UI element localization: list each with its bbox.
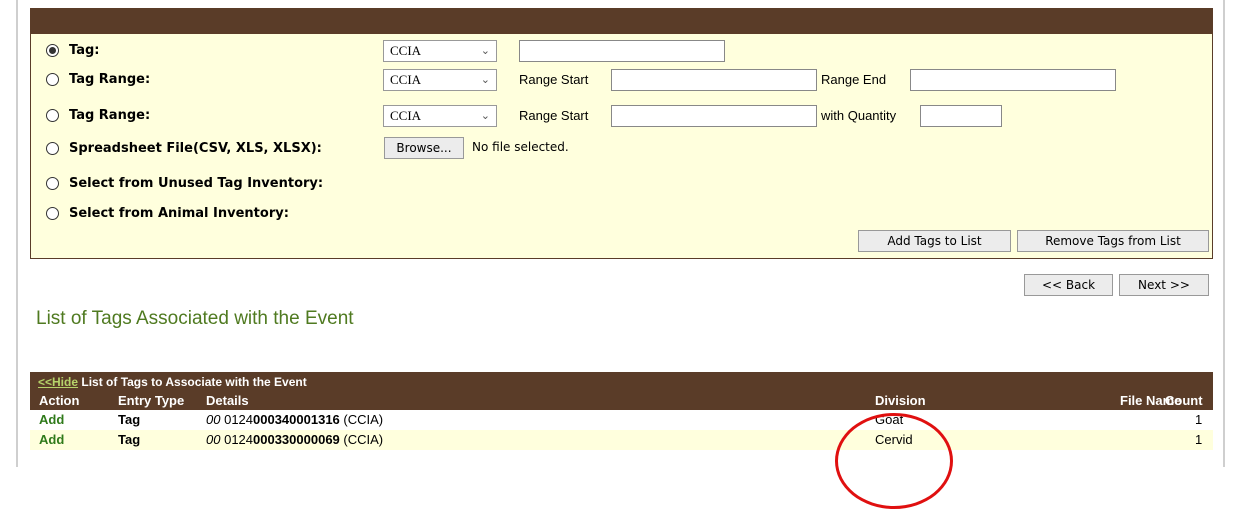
- add-tags-button[interactable]: Add Tags to List: [858, 230, 1011, 252]
- tag-number-start: 0124: [224, 412, 254, 427]
- row-action[interactable]: Add: [39, 410, 64, 430]
- tag-number-bold: 000330000069: [253, 432, 340, 447]
- range-end-input[interactable]: [910, 69, 1116, 91]
- chevron-down-icon: ⌄: [480, 109, 490, 122]
- tag-row: Tag: CCIA ⌄: [31, 39, 1212, 63]
- tag-quantity-label: Tag Range:: [69, 108, 151, 123]
- chevron-down-icon: ⌄: [480, 44, 490, 57]
- quantity-label: with Quantity: [821, 108, 897, 123]
- back-button[interactable]: << Back: [1024, 274, 1113, 296]
- tag-number-input[interactable]: [519, 40, 725, 62]
- quantity-input[interactable]: [920, 105, 1002, 127]
- row-details: 00 0124000330000069 (CCIA): [206, 430, 383, 450]
- row-details: 00 0124000340001316 (CCIA): [206, 410, 383, 430]
- tag-label: Tag:: [69, 43, 100, 58]
- row-entry-type: Tag: [118, 432, 141, 447]
- section-title: List of Tags Associated with the Event: [36, 308, 354, 329]
- row-count: 1: [1195, 412, 1203, 427]
- header-division: Division: [875, 393, 926, 408]
- quantity-range-start-label: Range Start: [519, 108, 589, 123]
- tag-range-radio[interactable]: [46, 73, 59, 86]
- file-status: No file selected.: [472, 140, 569, 154]
- animal-inventory-label: Select from Animal Inventory:: [69, 206, 289, 221]
- row-entry-type: Tag: [118, 412, 141, 427]
- unused-inventory-radio[interactable]: [46, 177, 59, 190]
- tag-range-row: Tag Range: CCIA ⌄ Range Start Range End: [31, 68, 1212, 92]
- tag-prefix: 00: [206, 432, 221, 447]
- tag-type-suffix: (CCIA): [339, 412, 384, 427]
- table-row: Add Tag 00 0124000330000069 (CCIA) Cervi…: [30, 430, 1213, 450]
- tags-table: <<Hide List of Tags to Associate with th…: [30, 372, 1213, 450]
- row-count: 1: [1195, 432, 1203, 447]
- table-caption-bar: <<Hide List of Tags to Associate with th…: [30, 372, 1213, 392]
- table-row: Add Tag 00 0124000340001316 (CCIA) Goat …: [30, 410, 1213, 430]
- tag-entry-panel: Tag: CCIA ⌄ Tag Range: CCIA ⌄ Range Start …: [30, 34, 1213, 259]
- header-details: Details: [206, 393, 249, 408]
- next-button[interactable]: Next >>: [1119, 274, 1209, 296]
- tag-id-type-select[interactable]: CCIA ⌄: [383, 40, 497, 62]
- tag-radio[interactable]: [46, 44, 59, 57]
- tag-number-start: 0124: [224, 432, 254, 447]
- remove-tags-button[interactable]: Remove Tags from List: [1017, 230, 1209, 252]
- quantity-range-start-input[interactable]: [611, 105, 817, 127]
- hide-link[interactable]: <<Hide: [38, 375, 78, 389]
- header-entry-type: Entry Type: [118, 393, 185, 408]
- unused-inventory-row: Select from Unused Tag Inventory:: [31, 172, 1212, 196]
- range-id-type-select[interactable]: CCIA ⌄: [383, 69, 497, 91]
- annotation-circle: [835, 413, 953, 509]
- header-action: Action: [39, 393, 80, 408]
- quantity-id-type-select[interactable]: CCIA ⌄: [383, 105, 497, 127]
- chevron-down-icon: ⌄: [480, 73, 490, 86]
- animal-inventory-radio[interactable]: [46, 207, 59, 220]
- select-value: CCIA: [390, 43, 422, 58]
- range-start-input[interactable]: [611, 69, 817, 91]
- range-end-label: Range End: [821, 72, 887, 87]
- select-value: CCIA: [390, 108, 422, 123]
- tag-range-label: Tag Range:: [69, 72, 151, 87]
- form-header-bar: [30, 8, 1213, 34]
- row-action[interactable]: Add: [39, 430, 64, 450]
- animal-inventory-row: Select from Animal Inventory:: [31, 202, 1212, 226]
- range-start-label: Range Start: [519, 72, 589, 87]
- select-value: CCIA: [390, 72, 422, 87]
- tag-prefix: 00: [206, 412, 221, 427]
- spreadsheet-radio[interactable]: [46, 142, 59, 155]
- table-caption: List of Tags to Associate with the Event: [78, 375, 307, 389]
- header-count: Count: [1165, 393, 1203, 408]
- table-header-row: Action Entry Type Details Division File …: [30, 392, 1213, 410]
- spreadsheet-row: Spreadsheet File(CSV, XLS, XLSX): Browse…: [31, 137, 1212, 161]
- tag-quantity-row: Tag Range: CCIA ⌄ Range Start with Quanti…: [31, 104, 1212, 128]
- spreadsheet-label: Spreadsheet File(CSV, XLS, XLSX):: [69, 141, 322, 156]
- tag-quantity-radio[interactable]: [46, 109, 59, 122]
- unused-inventory-label: Select from Unused Tag Inventory:: [69, 176, 324, 191]
- browse-button[interactable]: Browse...: [384, 137, 464, 159]
- tag-number-bold: 000340001316: [253, 412, 340, 427]
- tag-type-suffix: (CCIA): [339, 432, 384, 447]
